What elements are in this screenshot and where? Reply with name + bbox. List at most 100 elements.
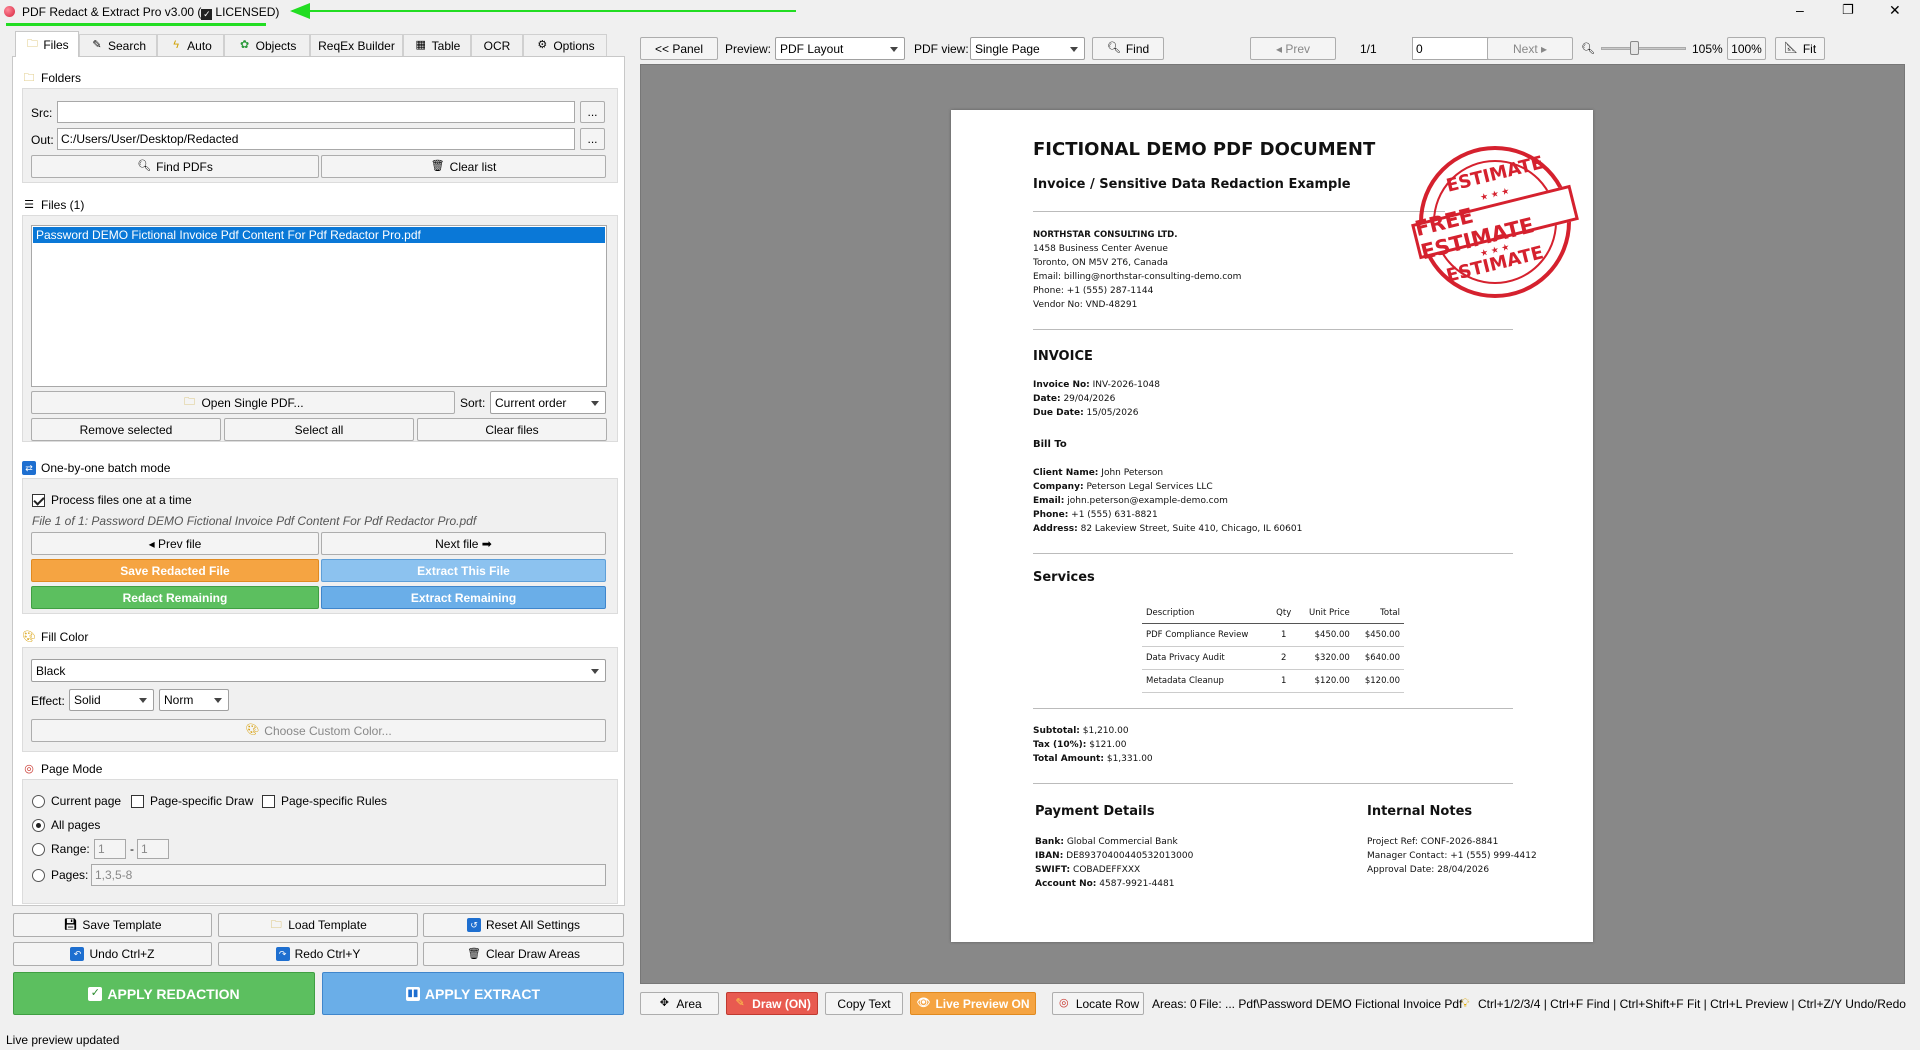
effect-select[interactable]: Solid <box>69 689 154 711</box>
page-specific-draw-checkbox[interactable]: Page-specific Draw <box>131 794 253 808</box>
minimize-button[interactable]: – <box>1796 2 1804 18</box>
tab-search[interactable]: ✎ Search <box>79 34 157 56</box>
range-label: Range: <box>51 842 90 856</box>
clear-files-button[interactable]: Clear files <box>417 418 607 441</box>
files-listbox[interactable]: Password DEMO Fictional Invoice Pdf Cont… <box>31 225 607 387</box>
range-to-spinbox[interactable]: 1 <box>137 839 169 859</box>
fit-button[interactable]: 📐︎ Fit <box>1775 37 1825 60</box>
sort-select[interactable]: Current order <box>490 391 606 414</box>
pages-input[interactable]: 1,3,5-8 <box>91 864 606 886</box>
checkbox-box[interactable] <box>32 493 45 507</box>
checkbox-box[interactable] <box>262 794 275 808</box>
process-one-label: Process files one at a time <box>51 493 192 507</box>
tab-files[interactable]: 🗀 Files <box>15 31 79 57</box>
zoom-value: 105% <box>1692 42 1723 56</box>
range-from-spinbox[interactable]: 1 <box>94 839 126 859</box>
locate-row-label: Locate Row <box>1075 996 1140 1011</box>
clear-draw-areas-button[interactable]: 🗑 Clear Draw Areas <box>423 942 624 966</box>
next-file-button[interactable]: Next file ➡ <box>321 532 606 555</box>
radio-circle[interactable] <box>32 842 45 856</box>
all-pages-radio[interactable]: All pages <box>32 818 100 832</box>
preview-select[interactable]: PDF Layout <box>775 37 905 60</box>
pdf-view-select[interactable]: Single Page <box>970 37 1085 60</box>
bill-address-label: Address: <box>1033 524 1078 534</box>
panel-toggle-button[interactable]: << Panel <box>640 37 718 60</box>
save-template-button[interactable]: 💾︎ Save Template <box>13 913 212 937</box>
fill-color-select[interactable]: Black <box>31 659 606 682</box>
src-browse-button[interactable]: ... <box>580 101 605 123</box>
company-address-1: 1458 Business Center Avenue <box>1033 244 1168 254</box>
zoom-slider[interactable] <box>1601 41 1686 55</box>
area-button[interactable]: ✥ Area <box>640 992 719 1015</box>
out-input[interactable]: C:/Users/User/Desktop/Redacted <box>57 128 575 150</box>
table-cell: $120.00 <box>1297 669 1354 693</box>
load-template-button[interactable]: 🗀 Load Template <box>218 913 418 937</box>
save-template-label: Save Template <box>82 918 162 932</box>
toolbar-next-page-button[interactable]: Next ▸ <box>1487 37 1573 60</box>
pdf-page[interactable]: FICTIONAL DEMO PDF DOCUMENT Invoice / Se… <box>951 110 1593 942</box>
close-button[interactable]: ✕ <box>1889 2 1901 19</box>
table-cell: Metadata Cleanup <box>1142 669 1271 693</box>
locate-row-button[interactable]: ◎ Locate Row <box>1052 992 1144 1015</box>
tab-regex-builder[interactable]: ReqEx Builder <box>310 34 403 56</box>
file-list-item[interactable]: Password DEMO Fictional Invoice Pdf Cont… <box>33 227 605 243</box>
load-template-label: Load Template <box>288 918 367 932</box>
invoice-no-label: Invoice No: <box>1033 380 1090 390</box>
save-redacted-file-button[interactable]: Save Redacted File <box>31 559 319 582</box>
tab-options[interactable]: ⚙ Options <box>523 34 607 56</box>
divider <box>1033 708 1513 709</box>
zoom-thumb[interactable] <box>1630 41 1639 55</box>
tab-ocr[interactable]: OCR <box>471 34 523 56</box>
out-browse-button[interactable]: ... <box>580 128 605 150</box>
bill-phone-row: Phone: +1 (555) 631-8821 <box>1033 508 1158 522</box>
find-pdfs-button[interactable]: 🔍︎ Find PDFs <box>31 155 319 178</box>
open-single-pdf-button[interactable]: 🗀 Open Single PDF... <box>31 391 455 414</box>
radio-circle[interactable] <box>32 794 45 808</box>
draw-toggle-button[interactable]: ✎ Draw (ON) <box>726 992 818 1015</box>
radio-circle[interactable] <box>32 868 45 882</box>
find-button[interactable]: 🔍︎ Find <box>1092 37 1164 60</box>
checkbox-box[interactable] <box>131 794 144 808</box>
select-all-button[interactable]: Select all <box>224 418 414 441</box>
apply-redaction-button[interactable]: ✓ APPLY REDACTION <box>13 972 315 1015</box>
table-cell: 2 <box>1270 646 1298 670</box>
range-radio[interactable]: Range: <box>32 842 90 856</box>
process-one-checkbox[interactable]: Process files one at a time <box>32 493 192 507</box>
redact-remaining-button[interactable]: Redact Remaining <box>31 586 319 609</box>
live-preview-toggle-button[interactable]: 👁︎ Live Preview ON <box>910 992 1036 1015</box>
page-specific-rules-checkbox[interactable]: Page-specific Rules <box>262 794 387 808</box>
redo-button[interactable]: ↷ Redo Ctrl+Y <box>218 942 418 966</box>
areas-count: Areas: 0 <box>1152 997 1197 1011</box>
find-label: Find <box>1125 41 1150 56</box>
src-input[interactable] <box>57 101 575 123</box>
apply-extract-button[interactable]: ▮▮ APPLY EXTRACT <box>322 972 624 1015</box>
prev-page-button[interactable]: ◂ Prev <box>1250 37 1336 60</box>
tab-auto[interactable]: ϟ Auto <box>157 34 224 56</box>
col-qty: Qty <box>1270 603 1298 624</box>
pages-radio[interactable]: Pages: <box>32 868 88 882</box>
files-title: Files (1) <box>41 198 85 212</box>
maximize-button[interactable]: ❐ <box>1842 2 1854 18</box>
extract-this-file-button[interactable]: Extract This File <box>321 559 606 582</box>
extract-remaining-button[interactable]: Extract Remaining <box>321 586 606 609</box>
tab-objects[interactable]: ✿ Objects <box>224 34 310 56</box>
doc-title: FICTIONAL DEMO PDF DOCUMENT <box>1033 139 1376 160</box>
current-page-radio[interactable]: Current page <box>32 794 121 808</box>
remove-selected-button[interactable]: Remove selected <box>31 418 221 441</box>
undo-button[interactable]: ↶ Undo Ctrl+Z <box>13 942 212 966</box>
clear-list-button[interactable]: 🗑 Clear list <box>321 155 606 178</box>
reset-all-settings-button[interactable]: ↺ Reset All Settings <box>423 913 624 937</box>
zoom-100-button[interactable]: 100% <box>1727 37 1766 60</box>
choose-custom-color-button[interactable]: 🎨︎ Choose Custom Color... <box>31 719 606 742</box>
target-icon: ◎ <box>24 762 34 775</box>
viewer-scrollbar[interactable] <box>1905 64 1915 984</box>
norm-select[interactable]: Norm <box>159 689 229 711</box>
tab-table[interactable]: ▦ Table <box>403 34 471 56</box>
table-cell: $120.00 <box>1353 669 1404 693</box>
apply-extract-label: APPLY EXTRACT <box>424 985 541 1002</box>
prev-file-button[interactable]: ◂ Prev file <box>31 532 319 555</box>
copy-text-button[interactable]: Copy Text <box>825 992 903 1015</box>
divider <box>1033 329 1513 330</box>
radio-circle[interactable] <box>32 818 45 832</box>
lightbulb-icon: 💡︎ <box>1461 996 1470 1010</box>
